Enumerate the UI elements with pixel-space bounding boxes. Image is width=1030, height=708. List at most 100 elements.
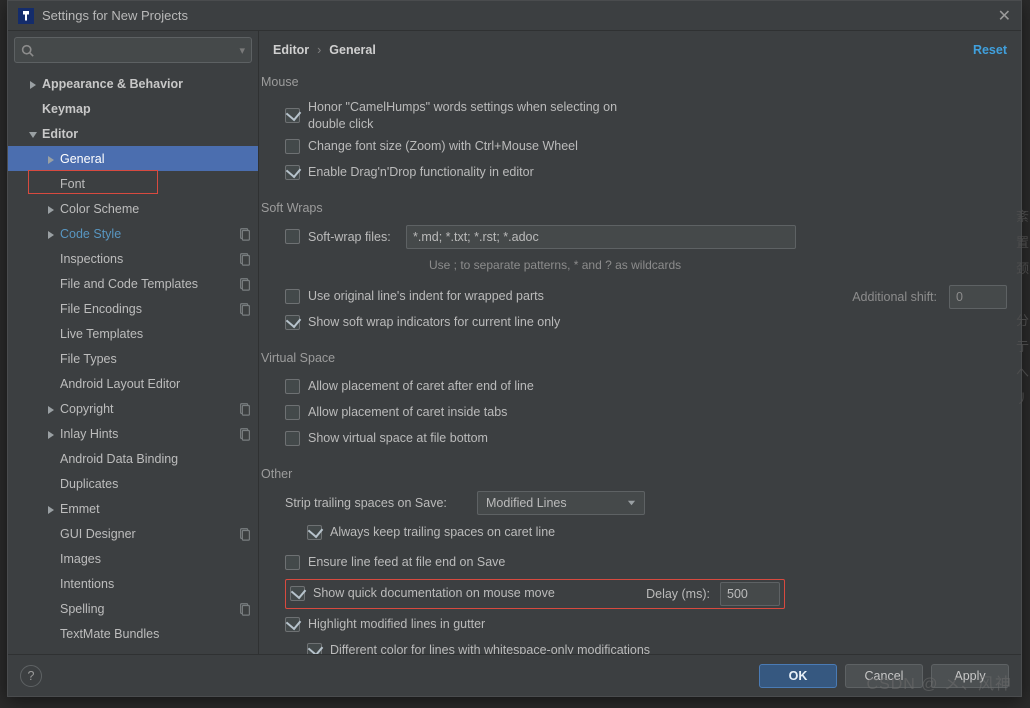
sidebar-item-gui-designer[interactable]: GUI Designer [8, 521, 258, 546]
project-scope-icon [238, 277, 252, 291]
sidebar-item-label: Color Scheme [60, 202, 252, 216]
additional-shift-input[interactable] [949, 285, 1007, 309]
sidebar-item-textmate-bundles[interactable]: TextMate Bundles [8, 621, 258, 646]
settings-tree[interactable]: Appearance & Behavior Keymap Editor General… [8, 69, 258, 654]
softwrap-files-input[interactable] [406, 225, 796, 249]
chk-dnd[interactable] [285, 165, 300, 180]
chk-softwrap-indicators[interactable] [285, 315, 300, 330]
sidebar-item-color-scheme[interactable]: Color Scheme [8, 196, 258, 221]
sidebar: ▾ Appearance & Behavior Keymap Editor Gener… [8, 31, 259, 654]
chk-camelhumps[interactable] [285, 108, 300, 123]
sidebar-item-inlay-hints[interactable]: Inlay Hints [8, 421, 258, 446]
sidebar-item-images[interactable]: Images [8, 546, 258, 571]
project-scope-icon [238, 302, 252, 316]
chevron-right-icon [46, 204, 56, 214]
sidebar-item-intentions[interactable]: Intentions [8, 571, 258, 596]
sidebar-item-label: Copyright [60, 402, 238, 416]
sidebar-item-label: Inspections [60, 252, 238, 266]
chk-virtual-bottom[interactable] [285, 431, 300, 446]
sidebar-item-label: Inlay Hints [60, 427, 238, 441]
content: ▾ Appearance & Behavior Keymap Editor Gener… [8, 31, 1021, 654]
sidebar-item-general[interactable]: General [8, 146, 258, 171]
main-panel: Editor › General Reset Mouse Honor "Came… [259, 31, 1021, 654]
sidebar-item-android-data-binding[interactable]: Android Data Binding [8, 446, 258, 471]
chk-softwrap-files[interactable] [285, 229, 300, 244]
sidebar-item-label: Duplicates [60, 477, 252, 491]
apply-button[interactable]: Apply [931, 664, 1009, 688]
chevron-right-icon [28, 79, 38, 89]
sidebar-item-copyright[interactable]: Copyright [8, 396, 258, 421]
breadcrumb: Editor › General Reset [259, 31, 1021, 69]
sidebar-item-label: Spelling [60, 602, 238, 616]
chk-highlight-gutter[interactable] [285, 617, 300, 632]
sidebar-item-label: General [60, 152, 252, 166]
chk-diff-color[interactable] [307, 643, 322, 654]
sidebar-item-editor[interactable]: Editor [8, 121, 258, 146]
sidebar-item-live-templates[interactable]: Live Templates [8, 321, 258, 346]
app-icon [18, 8, 34, 24]
crumb-root[interactable]: Editor [273, 43, 309, 57]
sidebar-item-label: Images [60, 552, 252, 566]
highlight-box-quickdoc: Show quick documentation on mouse move D… [285, 579, 785, 609]
project-scope-icon [238, 402, 252, 416]
search-input[interactable]: ▾ [14, 37, 252, 63]
form-scroll[interactable]: Mouse Honor "CamelHumps" words settings … [259, 69, 1021, 654]
crumb-current: General [329, 43, 376, 57]
close-icon[interactable]: ✕ [998, 6, 1011, 26]
sidebar-item-file-encodings[interactable]: File Encodings [8, 296, 258, 321]
sidebar-item-font[interactable]: Font [8, 171, 258, 196]
chevron-down-icon [28, 129, 38, 139]
sidebar-item-file-and-code-templates[interactable]: File and Code Templates [8, 271, 258, 296]
sidebar-item-label: File Encodings [60, 302, 238, 316]
project-scope-icon [238, 602, 252, 616]
sidebar-item-label: TODO [60, 652, 252, 655]
chk-zoom[interactable] [285, 139, 300, 154]
sidebar-item-file-types[interactable]: File Types [8, 346, 258, 371]
sidebar-item-appearance-behavior[interactable]: Appearance & Behavior [8, 71, 258, 96]
sidebar-item-todo[interactable]: TODO [8, 646, 258, 654]
window-title: Settings for New Projects [42, 8, 188, 23]
chk-original-indent[interactable] [285, 289, 300, 304]
delay-input[interactable] [720, 582, 780, 606]
footer: ? OK Cancel Apply [8, 654, 1021, 696]
chk-linefeed[interactable] [285, 555, 300, 570]
chk-quickdoc[interactable] [290, 586, 305, 601]
settings-window: Settings for New Projects ✕ ▾ Appearance… [7, 0, 1022, 697]
help-button[interactable]: ? [20, 665, 42, 687]
sidebar-item-keymap[interactable]: Keymap [8, 96, 258, 121]
titlebar: Settings for New Projects ✕ [8, 1, 1021, 31]
project-scope-icon [238, 427, 252, 441]
sidebar-item-label: Intentions [60, 577, 252, 591]
project-scope-icon [238, 252, 252, 266]
chevron-right-icon [46, 429, 56, 439]
project-scope-icon [238, 227, 252, 241]
section-mouse: Mouse [261, 75, 1007, 89]
section-softwraps: Soft Wraps [261, 201, 1007, 215]
ok-button[interactable]: OK [759, 664, 837, 688]
sidebar-item-label: Live Templates [60, 327, 252, 341]
sidebar-item-label: File and Code Templates [60, 277, 238, 291]
project-scope-icon [238, 527, 252, 541]
reset-link[interactable]: Reset [973, 43, 1007, 57]
sidebar-item-duplicates[interactable]: Duplicates [8, 471, 258, 496]
sidebar-item-code-style[interactable]: Code Style [8, 221, 258, 246]
sidebar-item-inspections[interactable]: Inspections [8, 246, 258, 271]
sidebar-item-emmet[interactable]: Emmet [8, 496, 258, 521]
chk-caret-tabs[interactable] [285, 405, 300, 420]
sidebar-item-label: Emmet [60, 502, 252, 516]
sidebar-item-android-layout-editor[interactable]: Android Layout Editor [8, 371, 258, 396]
sidebar-item-label: GUI Designer [60, 527, 238, 541]
sidebar-item-spelling[interactable]: Spelling [8, 596, 258, 621]
chk-keep-trailing[interactable] [307, 525, 322, 540]
cancel-button[interactable]: Cancel [845, 664, 923, 688]
chevron-right-icon: › [317, 43, 321, 57]
chevron-right-icon [46, 504, 56, 514]
sidebar-item-label: TextMate Bundles [60, 627, 252, 641]
sidebar-item-label: Appearance & Behavior [42, 77, 252, 91]
search-icon [21, 44, 34, 57]
sidebar-item-label: Font [60, 177, 252, 191]
strip-spaces-dropdown[interactable]: Modified Lines [477, 491, 645, 515]
chk-caret-eol[interactable] [285, 379, 300, 394]
section-virtual: Virtual Space [261, 351, 1007, 365]
sidebar-item-label: Editor [42, 127, 252, 141]
